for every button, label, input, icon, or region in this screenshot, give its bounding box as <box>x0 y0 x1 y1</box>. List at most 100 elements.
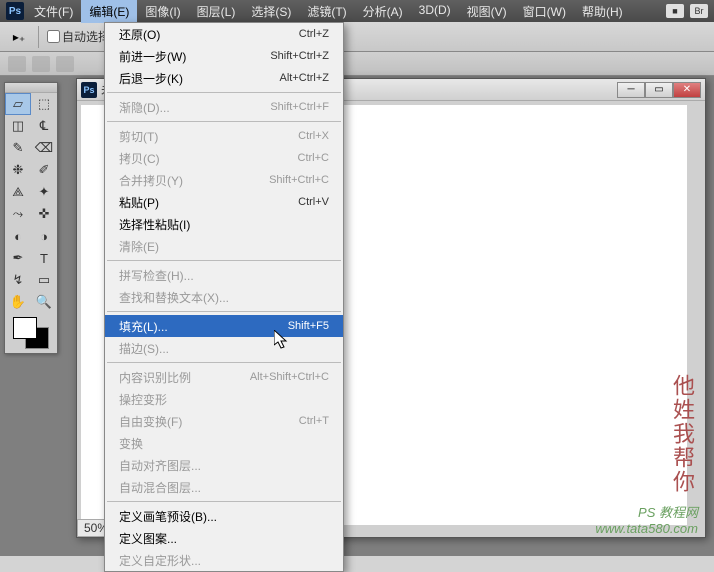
dodge-tool[interactable]: ◑ <box>31 225 57 247</box>
tb-icon <box>8 56 26 72</box>
menu-item-label: 自由变换(F) <box>119 413 299 430</box>
move-tool[interactable]: ▱ <box>5 93 31 115</box>
marquee-tool[interactable]: ⬚ <box>31 93 57 115</box>
pen-tool[interactable]: ✒ <box>5 247 31 269</box>
eraser-tool[interactable]: ⤳ <box>5 203 31 225</box>
menu-item-shortcut: Ctrl+T <box>299 415 329 427</box>
menu-item-内容识别比例: 内容识别比例Alt+Shift+Ctrl+C <box>105 366 343 388</box>
menu-separator <box>107 501 341 502</box>
menu-3d[interactable]: 3D(D) <box>411 0 459 23</box>
menu-item-shortcut: Ctrl+Z <box>299 28 329 40</box>
minimize-button[interactable]: ─ <box>617 82 645 98</box>
menu-window[interactable]: 窗口(W) <box>515 0 574 23</box>
menu-item-定义画笔预设b[interactable]: 定义画笔预设(B)... <box>105 505 343 527</box>
menu-item-label: 查找和替换文本(X)... <box>119 289 329 306</box>
menu-item-后退一步k[interactable]: 后退一步(K)Alt+Ctrl+Z <box>105 67 343 89</box>
menu-item-选择性粘贴i[interactable]: 选择性粘贴(I) <box>105 213 343 235</box>
menu-item-shortcut: Alt+Shift+Ctrl+C <box>250 371 329 383</box>
menu-item-自动混合图层: 自动混合图层... <box>105 476 343 498</box>
menu-item-label: 选择性粘贴(I) <box>119 216 329 233</box>
healing-tool[interactable]: ❉ <box>5 159 31 181</box>
menu-item-定义图案[interactable]: 定义图案... <box>105 527 343 549</box>
tb-icon <box>32 56 50 72</box>
menu-separator <box>107 92 341 93</box>
zoom-tool[interactable]: 🔍 <box>31 291 57 313</box>
menu-item-shortcut: Shift+Ctrl+C <box>269 174 329 186</box>
screen-mode-icon[interactable]: ■ <box>666 4 684 18</box>
menu-item-shortcut: Ctrl+X <box>298 130 329 142</box>
crop-tool[interactable]: ✎ <box>5 137 31 159</box>
type-tool[interactable]: T <box>31 247 57 269</box>
tb-icon <box>56 56 74 72</box>
color-swatches <box>5 313 57 353</box>
menu-image[interactable]: 图像(I) <box>137 0 188 23</box>
stamp-tool[interactable]: ⟁ <box>5 181 31 203</box>
window-buttons: ─ ▭ ✕ <box>617 82 701 98</box>
blur-tool[interactable]: ◐ <box>5 225 31 247</box>
maximize-button[interactable]: ▭ <box>645 82 673 98</box>
menu-item-shortcut: Shift+Ctrl+Z <box>270 50 329 62</box>
menu-item-label: 剪切(T) <box>119 128 298 145</box>
menu-item-label: 定义画笔预设(B)... <box>119 508 329 525</box>
menu-item-label: 内容识别比例 <box>119 369 250 386</box>
document-ps-icon: Ps <box>81 82 97 98</box>
menu-filter[interactable]: 滤镜(T) <box>299 0 354 23</box>
bridge-icon[interactable]: Br <box>690 4 708 18</box>
menu-item-拷贝c: 拷贝(C)Ctrl+C <box>105 147 343 169</box>
path-tool[interactable]: ↯ <box>5 269 31 291</box>
menu-item-label: 前进一步(W) <box>119 48 270 65</box>
menu-item-清除e: 清除(E) <box>105 235 343 257</box>
menu-item-操控变形: 操控变形 <box>105 388 343 410</box>
menu-bar: 文件(F) 编辑(E) 图像(I) 图层(L) 选择(S) 滤镜(T) 分析(A… <box>26 0 631 23</box>
menu-item-前进一步w[interactable]: 前进一步(W)Shift+Ctrl+Z <box>105 45 343 67</box>
menu-item-label: 拷贝(C) <box>119 150 298 167</box>
auto-select-input[interactable] <box>47 30 60 43</box>
watermark-en: PS 教程网 <box>538 502 698 521</box>
menu-file[interactable]: 文件(F) <box>26 0 81 23</box>
menu-item-粘贴p[interactable]: 粘贴(P)Ctrl+V <box>105 191 343 213</box>
menu-separator <box>107 362 341 363</box>
wand-tool[interactable]: ℄ <box>31 115 57 137</box>
shape-tool[interactable]: ▭ <box>31 269 57 291</box>
menu-item-还原o[interactable]: 还原(O)Ctrl+Z <box>105 23 343 45</box>
gradient-tool[interactable]: ✜ <box>31 203 57 225</box>
lasso-tool[interactable]: ◫ <box>5 115 31 137</box>
palette-header[interactable] <box>5 83 57 93</box>
menu-item-剪切t: 剪切(T)Ctrl+X <box>105 125 343 147</box>
menu-item-label: 填充(L)... <box>119 318 288 335</box>
divider <box>38 26 39 48</box>
menu-select[interactable]: 选择(S) <box>243 0 299 23</box>
menu-item-描边s: 描边(S)... <box>105 337 343 359</box>
menu-edit[interactable]: 编辑(E) <box>81 0 137 23</box>
foreground-color[interactable] <box>13 317 37 339</box>
menu-item-label: 渐隐(D)... <box>119 99 270 116</box>
menu-analysis[interactable]: 分析(A) <box>355 0 411 23</box>
history-brush-tool[interactable]: ✦ <box>31 181 57 203</box>
menu-item-label: 定义图案... <box>119 530 329 547</box>
menu-item-label: 拼写检查(H)... <box>119 267 329 284</box>
menu-item-label: 合并拷贝(Y) <box>119 172 269 189</box>
menu-item-label: 还原(O) <box>119 26 299 43</box>
tool-palette: ▱ ⬚ ◫ ℄ ✎ ⌫ ❉ ✐ ⟁ ✦ ⤳ ✜ ◐ ◑ ✒ T ↯ ▭ ✋ 🔍 <box>4 82 58 354</box>
menu-item-自动对齐图层: 自动对齐图层... <box>105 454 343 476</box>
app-menubar: Ps 文件(F) 编辑(E) 图像(I) 图层(L) 选择(S) 滤镜(T) 分… <box>0 0 714 22</box>
close-button[interactable]: ✕ <box>673 82 701 98</box>
hand-tool[interactable]: ✋ <box>5 291 31 313</box>
menu-item-填充l[interactable]: 填充(L)...Shift+F5 <box>105 315 343 337</box>
menu-item-shortcut: Shift+F5 <box>288 320 329 332</box>
menu-item-label: 粘贴(P) <box>119 194 298 211</box>
brush-tool[interactable]: ✐ <box>31 159 57 181</box>
eyedropper-tool[interactable]: ⌫ <box>31 137 57 159</box>
menu-item-拼写检查h: 拼写检查(H)... <box>105 264 343 286</box>
menu-item-shortcut: Ctrl+V <box>298 196 329 208</box>
menu-item-label: 定义自定形状... <box>119 552 329 569</box>
watermark-cn: 他姓我帮你 <box>666 374 698 494</box>
menu-view[interactable]: 视图(V) <box>459 0 515 23</box>
move-tool-icon[interactable]: ▸₊ <box>8 28 30 46</box>
menu-separator <box>107 260 341 261</box>
menu-item-label: 后退一步(K) <box>119 70 279 87</box>
menu-layer[interactable]: 图层(L) <box>189 0 244 23</box>
menu-item-变换: 变换 <box>105 432 343 454</box>
menu-item-label: 清除(E) <box>119 238 329 255</box>
menu-help[interactable]: 帮助(H) <box>574 0 631 23</box>
